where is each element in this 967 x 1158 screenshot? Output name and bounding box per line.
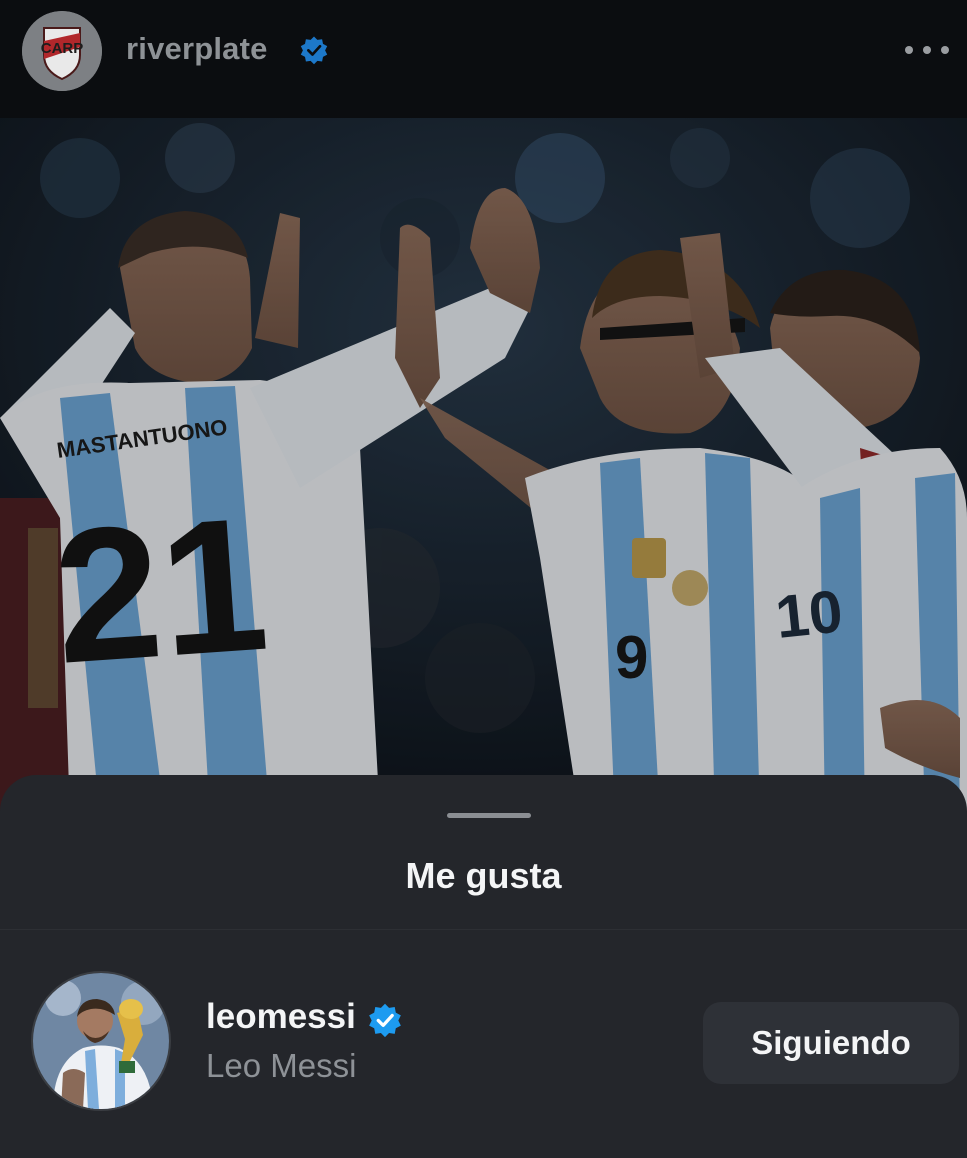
post-header: CARP riverplate bbox=[0, 0, 967, 118]
post-photo[interactable]: MASTANTUONO 21 9 10 bbox=[0, 118, 967, 818]
dot-icon bbox=[923, 46, 931, 54]
river-plate-crest-icon: CARP bbox=[22, 11, 102, 91]
sheet-divider bbox=[0, 929, 967, 930]
messi-trophy-avatar-icon bbox=[33, 973, 169, 1109]
sheet-title: Me gusta bbox=[405, 855, 562, 896]
dot-icon bbox=[941, 46, 949, 54]
user-avatar[interactable] bbox=[31, 971, 171, 1111]
verified-badge-icon bbox=[300, 36, 328, 65]
list-item-user[interactable]: leomessi Leo Messi Siguiendo bbox=[0, 965, 967, 1115]
post-username[interactable]: riverplate bbox=[126, 31, 268, 67]
user-full-name: Leo Messi bbox=[206, 1047, 357, 1084]
river-plate-avatar[interactable]: CARP bbox=[22, 11, 102, 91]
crest-lettering: CARP bbox=[41, 40, 84, 57]
dot-icon bbox=[905, 46, 913, 54]
likes-bottom-sheet: Me gusta leomessi Leo Messi Siguiendo bbox=[0, 775, 967, 1158]
following-button[interactable]: Siguiendo bbox=[703, 1002, 959, 1084]
sheet-drag-handle[interactable] bbox=[447, 813, 531, 818]
verified-badge-icon bbox=[369, 1003, 401, 1038]
user-handle[interactable]: leomessi bbox=[206, 997, 356, 1037]
more-options-button[interactable] bbox=[905, 36, 949, 64]
players-celebration-image: MASTANTUONO 21 9 10 bbox=[0, 118, 967, 818]
